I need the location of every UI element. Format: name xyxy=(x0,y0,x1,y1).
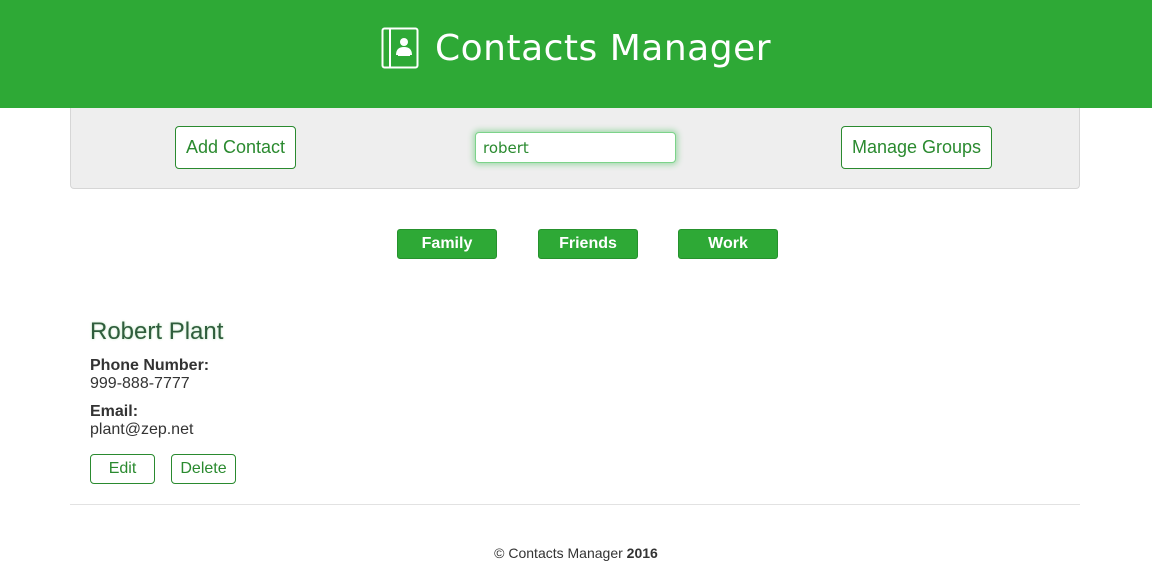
email-label: Email: xyxy=(90,403,139,420)
footer: © Contacts Manager 2016 xyxy=(0,545,1152,561)
app-header: Contacts Manager xyxy=(0,0,1152,108)
search-input[interactable] xyxy=(475,132,676,163)
toolbar: Add Contact Manage Groups xyxy=(70,108,1080,189)
edit-button[interactable]: Edit xyxy=(90,454,155,484)
add-contact-button[interactable]: Add Contact xyxy=(175,126,296,169)
manage-groups-button[interactable]: Manage Groups xyxy=(841,126,992,169)
address-book-icon xyxy=(381,27,419,69)
phone-label: Phone Number: xyxy=(90,357,210,374)
email-value: plant@zep.net xyxy=(90,421,194,438)
header-brand: Contacts Manager xyxy=(381,27,771,69)
phone-value: 999-888-7777 xyxy=(90,375,190,392)
group-filter-friends[interactable]: Friends xyxy=(538,229,638,259)
group-filter-family[interactable]: Family xyxy=(397,229,497,259)
delete-button[interactable]: Delete xyxy=(171,454,236,484)
group-filter-work[interactable]: Work xyxy=(678,229,778,259)
divider xyxy=(70,504,1080,505)
contact-name: Robert Plant xyxy=(90,318,224,345)
app-title: Contacts Manager xyxy=(434,27,772,69)
footer-copyright: © Contacts Manager xyxy=(494,545,623,561)
footer-year: 2016 xyxy=(626,545,658,561)
